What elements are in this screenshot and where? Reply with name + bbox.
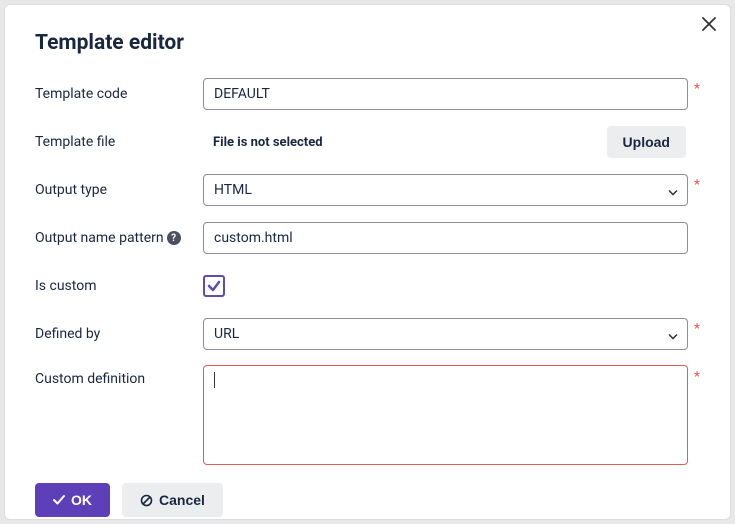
template-editor-dialog: Template editor Template code * Template… bbox=[4, 4, 731, 520]
template-code-input[interactable] bbox=[203, 78, 688, 110]
label-custom-definition: Custom definition bbox=[35, 365, 203, 387]
required-mark: * bbox=[694, 81, 700, 97]
label-output-type: Output type bbox=[35, 182, 203, 198]
text-cursor bbox=[214, 372, 215, 388]
row-template-file: Template file File is not selected Uploa… bbox=[35, 125, 700, 159]
custom-definition-textarea[interactable] bbox=[203, 365, 688, 465]
label-template-code: Template code bbox=[35, 86, 203, 102]
row-template-code: Template code * bbox=[35, 77, 700, 111]
dialog-footer: OK Cancel bbox=[35, 483, 700, 517]
defined-by-select[interactable]: URL bbox=[203, 318, 688, 350]
output-name-pattern-input[interactable] bbox=[203, 222, 688, 254]
help-icon[interactable]: ? bbox=[167, 231, 181, 245]
row-defined-by: Defined by URL * bbox=[35, 317, 700, 351]
output-type-select[interactable]: HTML bbox=[203, 174, 688, 206]
row-output-name-pattern: Output name pattern ? * bbox=[35, 221, 700, 255]
ok-button[interactable]: OK bbox=[35, 483, 110, 517]
label-is-custom: Is custom bbox=[35, 278, 203, 294]
check-icon bbox=[53, 494, 65, 506]
is-custom-checkbox[interactable] bbox=[203, 275, 225, 297]
label-template-file: Template file bbox=[35, 134, 203, 150]
file-status-text: File is not selected bbox=[203, 135, 607, 150]
cancel-icon bbox=[140, 494, 153, 507]
close-icon bbox=[702, 17, 716, 31]
required-mark: * bbox=[694, 369, 700, 385]
row-output-type: Output type HTML * bbox=[35, 173, 700, 207]
check-icon bbox=[207, 279, 221, 293]
dialog-title: Template editor bbox=[35, 31, 700, 55]
row-custom-definition: Custom definition * bbox=[35, 365, 700, 465]
cancel-button[interactable]: Cancel bbox=[122, 483, 223, 517]
close-button[interactable] bbox=[702, 15, 716, 35]
label-output-name-pattern: Output name pattern ? bbox=[35, 230, 203, 246]
required-mark: * bbox=[694, 177, 700, 193]
required-mark: * bbox=[694, 321, 700, 337]
upload-button[interactable]: Upload bbox=[607, 126, 686, 158]
label-defined-by: Defined by bbox=[35, 326, 203, 342]
row-is-custom: Is custom bbox=[35, 269, 700, 303]
